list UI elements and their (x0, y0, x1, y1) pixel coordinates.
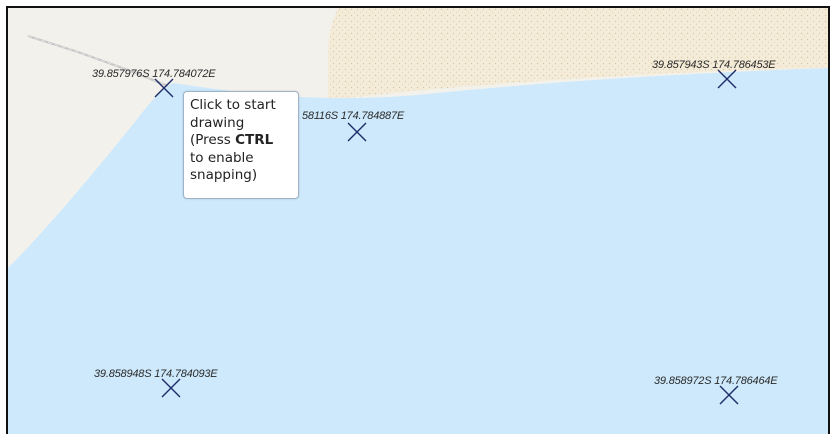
drawing-tooltip: Click to start drawing (Press CTRL to en… (183, 91, 299, 199)
tooltip-line: (Press CTRL (190, 132, 298, 150)
tooltip-line: Click to start (190, 97, 276, 113)
coord-label-3: 39.857943S 174.786453E (652, 59, 776, 71)
tooltip-line: drawing (190, 114, 245, 131)
cross-marker-icon[interactable] (346, 121, 368, 143)
ctrl-key-label: CTRL (235, 132, 274, 148)
cross-marker-icon[interactable] (716, 68, 738, 90)
coord-label-4: 39.858948S 174.784093E (94, 368, 218, 380)
cross-marker-icon[interactable] (718, 384, 740, 406)
tooltip-line: snapping) (190, 167, 258, 183)
coord-label-5: 39.858972S 174.786464E (654, 375, 778, 387)
map-canvas[interactable]: 39.857976S 174.784072E 58116S 174.784887… (6, 6, 830, 434)
tooltip-text: (Press (190, 132, 236, 148)
cross-marker-icon[interactable] (153, 77, 175, 99)
map-frame: 39.857976S 174.784072E 58116S 174.784887… (0, 0, 834, 434)
cross-marker-icon[interactable] (160, 377, 182, 399)
tooltip-line: to enable (190, 149, 254, 166)
